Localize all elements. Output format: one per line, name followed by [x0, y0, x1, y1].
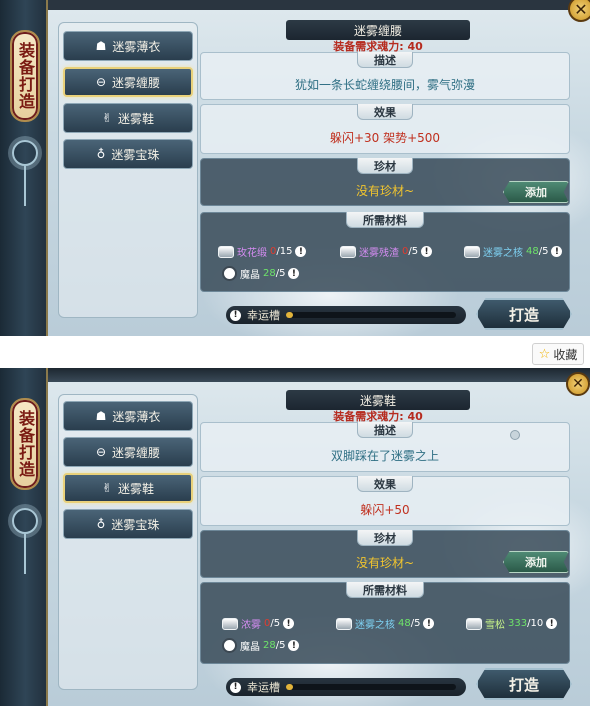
rare-text: 没有珍材~ [355, 555, 415, 570]
material-item[interactable]: 浓雾 0/5 ! [222, 616, 295, 631]
material-item[interactable]: 玫花缎 0/15 ! [218, 244, 307, 259]
add-rare-button[interactable]: 添加 [503, 551, 569, 573]
description-text: 犹如一条长蛇缠绕腰间，雾气弥漫 [294, 77, 475, 92]
luck-progress [286, 684, 456, 690]
cloth-icon [218, 245, 234, 258]
title-banner: 装备打造 [10, 398, 40, 490]
crafting-panel-1: 装备打造 ✕ ☗ 迷雾薄衣 ⊖ 迷雾缠腰 ✌ 迷雾鞋 ♁ 迷雾宝珠 迷雾缠腰 装… [0, 0, 590, 336]
info-icon[interactable]: ! [423, 618, 435, 629]
knot-ornament-icon [12, 140, 38, 206]
belt-icon: ⊖ [95, 75, 107, 89]
residue-icon [340, 245, 356, 258]
item-name: 迷雾鞋 [286, 390, 470, 410]
materials-header: 所需材料 [346, 582, 424, 598]
info-icon[interactable]: ! [288, 268, 300, 279]
material-item[interactable]: 雪松 333/10 ! [466, 616, 558, 631]
materials-header: 所需材料 [346, 212, 424, 228]
core-icon [464, 245, 480, 258]
left-ornament-strip: 装备打造 [0, 0, 48, 336]
rare-header: 珍材 [357, 530, 413, 546]
crystal-icon [222, 638, 237, 653]
crafting-panel-2: 装备打造 ✕ ☗ 迷雾薄衣 ⊖ 迷雾缠腰 ✌ 迷雾鞋 ♁ 迷雾宝珠 迷雾鞋 装备… [0, 368, 590, 706]
material-item[interactable]: 魔晶 28/5 ! [222, 638, 300, 653]
material-item[interactable]: 迷雾之核 48/5 ! [464, 244, 563, 259]
effect-text: 躲闪+50 [360, 502, 410, 517]
material-item[interactable]: 迷雾残渣 0/5 ! [340, 244, 433, 259]
description-header: 描述 [357, 422, 413, 438]
left-ornament-strip: 装备打造 [0, 368, 48, 706]
rare-header: 珍材 [357, 158, 413, 174]
banner-text: 装备打造 [16, 410, 35, 478]
info-icon[interactable]: ! [230, 309, 241, 321]
info-icon[interactable]: ! [288, 640, 300, 651]
title-banner: 装备打造 [10, 30, 40, 122]
top-frame [48, 368, 590, 382]
info-icon[interactable]: ! [546, 618, 558, 629]
star-icon: ☆ [538, 346, 551, 362]
core-icon [336, 617, 352, 630]
effect-header: 效果 [357, 104, 413, 120]
nav-item-orb[interactable]: ♁ 迷雾宝珠 [63, 139, 193, 169]
description-header: 描述 [357, 52, 413, 68]
fog-icon [222, 617, 238, 630]
info-icon[interactable]: ! [421, 246, 433, 257]
effect-section: 效果 躲闪+50 [200, 476, 570, 526]
banner-text: 装备打造 [16, 42, 35, 110]
craft-button[interactable]: 打造 [476, 298, 572, 330]
craft-button[interactable]: 打造 [476, 668, 572, 700]
info-icon[interactable]: ! [551, 246, 563, 257]
robe-icon: ☗ [95, 39, 107, 53]
item-name: 迷雾缠腰 [286, 20, 470, 40]
rare-material-section: 珍材 没有珍材~ 添加 [200, 158, 570, 206]
top-frame [48, 0, 590, 10]
equipment-list: ☗ 迷雾薄衣 ⊖ 迷雾缠腰 ✌ 迷雾鞋 ♁ 迷雾宝珠 [58, 394, 198, 690]
info-icon[interactable]: ! [230, 681, 241, 693]
nav-item-shoes[interactable]: ✌ 迷雾鞋 [63, 473, 193, 503]
info-icon[interactable]: ! [283, 618, 295, 629]
nav-item-shoes[interactable]: ✌ 迷雾鞋 [63, 103, 193, 133]
effect-header: 效果 [357, 476, 413, 492]
hint-dot-icon [510, 430, 520, 440]
description-section: 描述 犹如一条长蛇缠绕腰间，雾气弥漫 [200, 52, 570, 100]
close-button[interactable]: ✕ [566, 372, 590, 396]
orb-icon: ♁ [96, 147, 106, 161]
material-item[interactable]: 迷雾之核 48/5 ! [336, 616, 435, 631]
equipment-list: ☗ 迷雾薄衣 ⊖ 迷雾缠腰 ✌ 迷雾鞋 ♁ 迷雾宝珠 [58, 22, 198, 318]
add-rare-button[interactable]: 添加 [503, 181, 569, 203]
material-item[interactable]: 魔晶 28/5 ! [222, 266, 300, 281]
nav-item-belt[interactable]: ⊖ 迷雾缠腰 [63, 437, 193, 467]
nav-item-belt[interactable]: ⊖ 迷雾缠腰 [63, 67, 193, 97]
robe-icon: ☗ [95, 409, 107, 423]
effect-section: 效果 躲闪+30 架势+500 [200, 104, 570, 154]
belt-icon: ⊖ [95, 445, 107, 459]
shoes-icon: ✌ [101, 481, 113, 495]
close-button[interactable]: ✕ [568, 0, 590, 22]
luck-bar: ! 幸运槽 [226, 306, 466, 324]
orb-icon: ♁ [96, 517, 106, 531]
favorite-button[interactable]: ☆ 收藏 [532, 343, 584, 365]
nav-item-robe[interactable]: ☗ 迷雾薄衣 [63, 401, 193, 431]
luck-progress [286, 312, 456, 318]
nav-item-robe[interactable]: ☗ 迷雾薄衣 [63, 31, 193, 61]
luck-bar: ! 幸运槽 [226, 678, 466, 696]
info-icon[interactable]: ! [295, 246, 307, 257]
crystal-icon [222, 266, 237, 281]
effect-text: 躲闪+30 架势+500 [329, 130, 441, 145]
nav-item-orb[interactable]: ♁ 迷雾宝珠 [63, 509, 193, 539]
pine-icon [466, 617, 482, 630]
description-text: 双脚踩在了迷雾之上 [330, 448, 439, 463]
rare-text: 没有珍材~ [355, 183, 415, 198]
knot-ornament-icon [12, 508, 38, 574]
shoes-icon: ✌ [101, 111, 113, 125]
rare-material-section: 珍材 没有珍材~ 添加 [200, 530, 570, 578]
